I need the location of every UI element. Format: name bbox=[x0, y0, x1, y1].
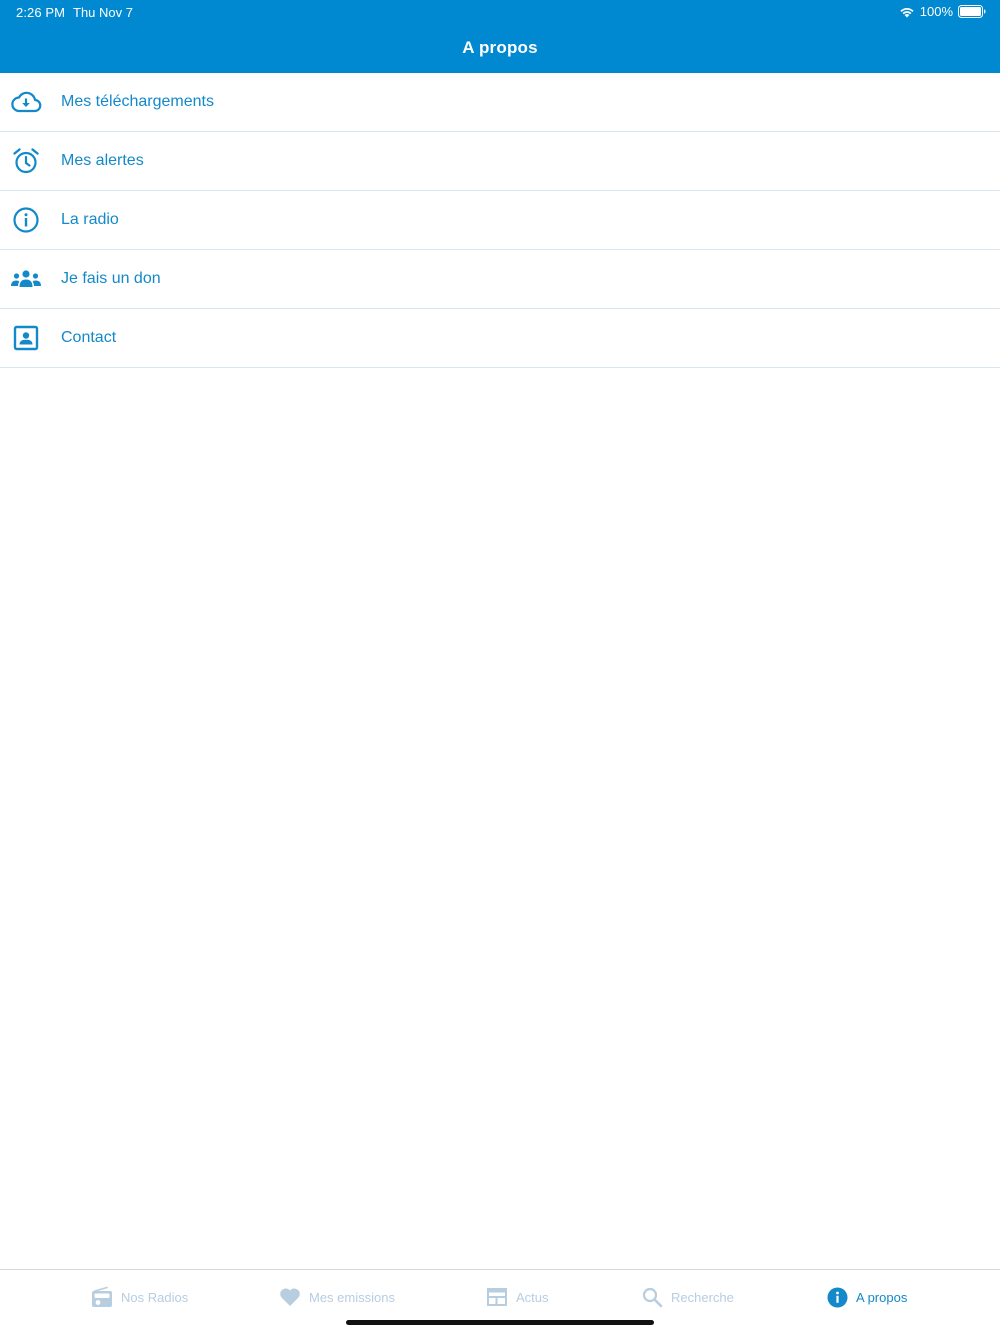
menu-item-label: La radio bbox=[61, 211, 119, 228]
menu-item-donate[interactable]: Je fais un don bbox=[0, 250, 1000, 309]
people-group-icon bbox=[9, 264, 43, 294]
alarm-clock-icon bbox=[9, 146, 43, 176]
tab-a-propos[interactable]: A propos bbox=[827, 1284, 907, 1310]
menu-item-label: Mes téléchargements bbox=[61, 93, 214, 110]
tab-label: Actus bbox=[516, 1289, 549, 1305]
tab-label: Recherche bbox=[671, 1289, 734, 1305]
search-icon bbox=[642, 1287, 663, 1308]
menu-list: Mes téléchargements Mes alertes La radio… bbox=[0, 73, 1000, 368]
menu-item-radio[interactable]: La radio bbox=[0, 191, 1000, 250]
tab-nos-radios[interactable]: Nos Radios bbox=[91, 1284, 188, 1310]
menu-item-contact[interactable]: Contact bbox=[0, 309, 1000, 368]
heart-icon bbox=[279, 1287, 301, 1307]
header: 2:26 PM Thu Nov 7 100% A propos bbox=[0, 0, 1000, 73]
home-indicator[interactable] bbox=[346, 1320, 654, 1325]
contact-card-icon bbox=[9, 323, 43, 353]
radio-icon bbox=[91, 1286, 113, 1308]
page-title: A propos bbox=[462, 38, 538, 57]
app-screen: 2:26 PM Thu Nov 7 100% A propos Mes télé… bbox=[0, 0, 1000, 1334]
status-date: Thu Nov 7 bbox=[73, 5, 133, 20]
battery-percentage: 100% bbox=[919, 4, 953, 19]
menu-item-label: Je fais un don bbox=[61, 270, 161, 287]
tab-label: A propos bbox=[856, 1289, 908, 1305]
menu-item-label: Contact bbox=[61, 329, 117, 346]
tab-mes-emissions[interactable]: Mes emissions bbox=[279, 1284, 395, 1310]
tab-label: Nos Radios bbox=[121, 1289, 189, 1305]
tab-actus[interactable]: Actus bbox=[486, 1284, 549, 1310]
status-indicators: 100% bbox=[899, 4, 986, 19]
menu-item-alerts[interactable]: Mes alertes bbox=[0, 132, 1000, 191]
cloud-download-icon bbox=[9, 87, 43, 117]
menu-item-label: Mes alertes bbox=[61, 152, 144, 169]
tab-label: Mes emissions bbox=[309, 1289, 395, 1305]
battery-icon bbox=[958, 5, 986, 18]
status-time: 2:26 PM bbox=[16, 5, 66, 20]
info-icon bbox=[827, 1287, 848, 1308]
tab-recherche[interactable]: Recherche bbox=[642, 1284, 734, 1310]
info-icon bbox=[9, 205, 43, 235]
wifi-icon bbox=[899, 6, 915, 18]
news-icon bbox=[486, 1287, 508, 1307]
menu-item-downloads[interactable]: Mes téléchargements bbox=[0, 73, 1000, 132]
